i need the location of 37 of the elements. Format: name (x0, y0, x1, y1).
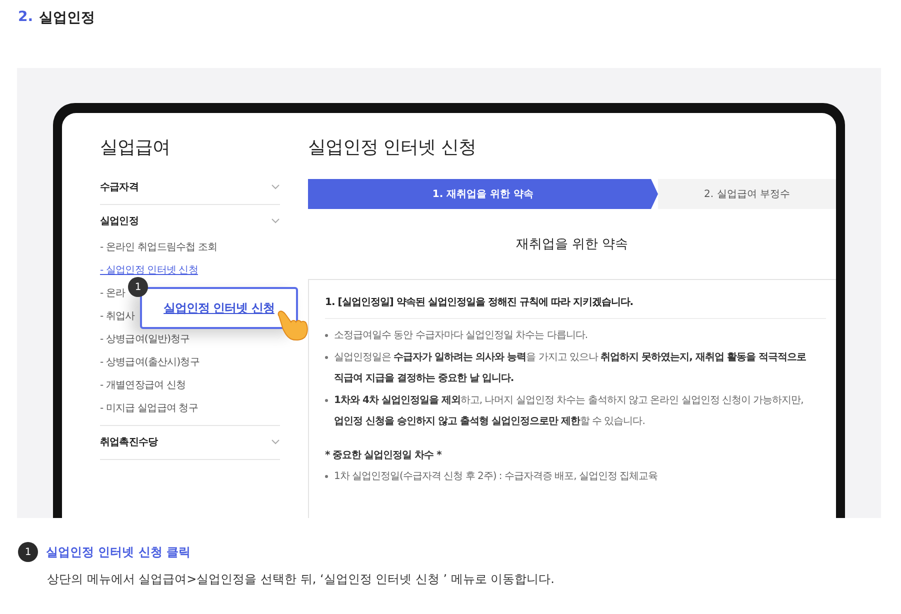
step-description: 상단의 메뉴에서 실업급여>실업인정을 선택한 뒤, ‘실업인정 인터넷 신청 ’ 메뉴로 이동합니다. (47, 571, 556, 588)
step-badge: 1 (18, 542, 38, 562)
menu-item[interactable]: - 상병급여(출산시)청구 (100, 355, 200, 369)
menu-section[interactable]: 취업촉진수당 (100, 435, 158, 449)
bullet-text: 1차와 4차 실업인정일을 제외하고, 나머지 실업인정 차수는 출석하지 않고 온라인 실업인정 신청이 가능하지만, (334, 394, 804, 408)
bullet-text: 업인정 신청을 승인하지 않고 출석형 실업인정으로만 제한할 수 있습니다. (334, 415, 646, 429)
sidebar-title: 실업급여 (100, 136, 171, 159)
chevron-down-icon (271, 184, 280, 190)
section-title: 실업인정 (39, 9, 96, 28)
menu-item[interactable]: - 취업사 (100, 309, 135, 323)
bullet-text: 1차 실업인정일(수급자격 신청 후 2주) : 수급자격증 배포, 실업인정 집체교육 (334, 470, 658, 484)
page-title: 실업인정 인터넷 신청 (308, 136, 477, 159)
menu-item[interactable]: - 개별연장급여 신청 (100, 378, 186, 392)
callout-box[interactable]: 실업인정 인터넷 신청 (140, 287, 298, 329)
bullet-text: 실업인정일은 수급자가 일하려는 의사와 능력을 가지고 있으나 취업하지 못하였는지, 재취업 활동을 적극적으로 (334, 351, 806, 365)
bullet-text: 직급여 지급을 결정하는 중요한 날 입니다. (334, 372, 515, 386)
bullet-icon (325, 399, 328, 402)
menu-item[interactable]: - 온라 (100, 286, 126, 300)
section-number: 2. (18, 9, 34, 27)
bullet-icon (325, 475, 328, 478)
bullet-icon (325, 334, 328, 337)
menu-section[interactable]: 수급자격 (100, 180, 138, 194)
step-title: 실업인정 인터넷 신청 클릭 (46, 544, 191, 560)
item-title: 1. [실업인정일] 약속된 실업인정일을 정해진 규칙에 따라 지키겠습니다. (325, 296, 634, 309)
menu-item[interactable]: - 미지급 실업급여 청구 (100, 401, 198, 415)
bullet-icon (325, 356, 328, 359)
section-heading: 재취업을 위한 약속 (514, 236, 630, 253)
menu-item[interactable]: - 온라인 취업드림수첩 조회 (100, 240, 218, 254)
menu-section[interactable]: 실업인정 (100, 214, 138, 228)
menu-item[interactable]: - 상병급여(일반)청구 (100, 332, 190, 346)
subheading: * 중요한 실업인정일 차수 * (325, 449, 442, 462)
step-badge: 1 (128, 277, 148, 297)
callout-link[interactable]: 실업인정 인터넷 신청 (164, 300, 274, 316)
chevron-down-icon (271, 218, 280, 224)
chevron-down-icon (271, 439, 280, 445)
bullet-text: 소정급여일수 동안 수급자마다 실업인정일 차수는 다릅니다. (334, 329, 588, 343)
menu-item[interactable]: - 실업인정 인터넷 신청 (100, 263, 198, 277)
